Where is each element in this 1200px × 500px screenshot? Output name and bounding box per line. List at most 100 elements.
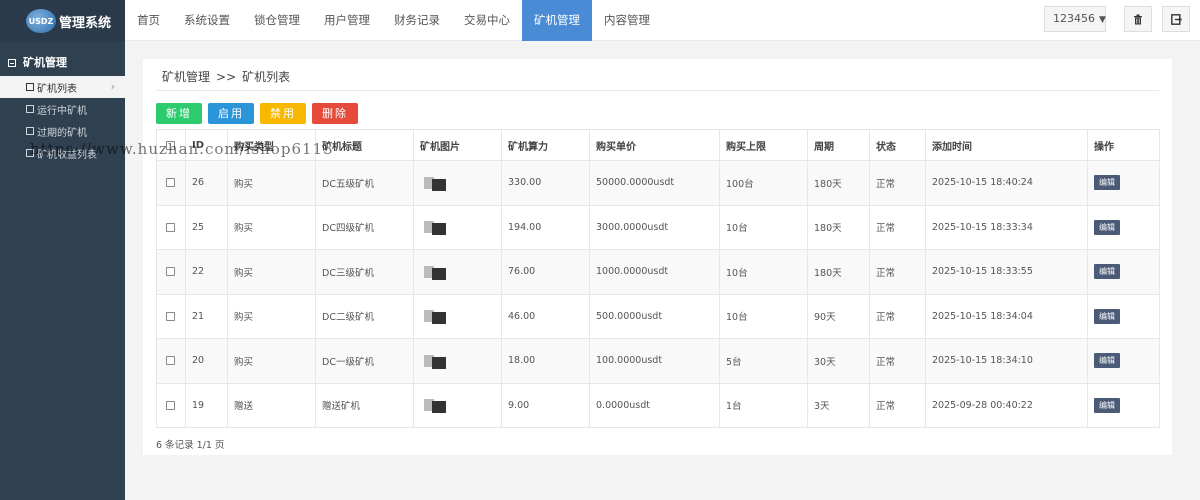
- menu-group-title[interactable]: 矿机管理: [0, 54, 125, 72]
- nav-home[interactable]: 首页: [125, 0, 172, 41]
- edit-button[interactable]: 编辑: [1094, 264, 1120, 280]
- nav-user-management[interactable]: 用户管理: [312, 0, 382, 41]
- cell-price: 100.0000usdt: [589, 338, 720, 384]
- cell-power: 194.00: [501, 204, 590, 250]
- cell-limit: 5台: [719, 338, 808, 384]
- table-row: 20 购买 DC一级矿机 18.00 100.0000usdt 5台 30天 正…: [156, 338, 1160, 384]
- nav-finance-records[interactable]: 财务记录: [382, 0, 452, 41]
- table-row: 25 购买 DC四级矿机 194.00 3000.0000usdt 10台 18…: [156, 204, 1160, 250]
- edit-button[interactable]: 编辑: [1094, 308, 1120, 324]
- breadcrumb-section: 矿机管理: [162, 70, 211, 84]
- top-nav: 首页 系统设置 锁仓管理 用户管理 财务记录 交易中心 矿机管理 内容管理: [125, 0, 1200, 41]
- miner-table: ID 购买类型 矿机标题 矿机图片 矿机算力 购买单价 购买上限 周期 状态 添…: [156, 129, 1160, 428]
- row-checkbox[interactable]: [166, 400, 175, 410]
- cell-cycle: 30天: [807, 338, 870, 384]
- cell-time: 2025-10-15 18:33:55: [925, 249, 1088, 295]
- user-dropdown[interactable]: 123456 ▼: [1044, 6, 1106, 32]
- cell-time: 2025-10-15 18:34:10: [925, 338, 1088, 384]
- clear-cache-button[interactable]: [1124, 6, 1152, 32]
- col-power: 矿机算力: [501, 129, 590, 161]
- row-checkbox[interactable]: [166, 356, 175, 366]
- cell-type: 购买: [227, 249, 316, 295]
- logo-mark: USDZ: [26, 9, 56, 33]
- sidebar-item-running-miners[interactable]: 运行中矿机: [0, 98, 125, 120]
- cell-time: 2025-10-15 18:34:04: [925, 293, 1088, 339]
- cell-power: 330.00: [501, 160, 590, 206]
- sidebar-item-label: 过期的矿机: [37, 127, 87, 139]
- sidebar-item-miner-list[interactable]: 矿机列表 ›: [0, 76, 125, 98]
- logo: USDZ 管理系统: [0, 0, 125, 42]
- disable-button[interactable]: 禁用: [260, 103, 306, 124]
- cell-limit: 10台: [719, 204, 808, 250]
- sidebar-item-label: 运行中矿机: [37, 105, 87, 117]
- cell-cycle: 180天: [807, 249, 870, 295]
- list-icon: [26, 149, 34, 157]
- row-checkbox[interactable]: [166, 311, 175, 321]
- cell-id: 20: [185, 338, 228, 384]
- caret-down-icon: ▼: [1099, 15, 1106, 25]
- cell-power: 9.00: [501, 382, 590, 428]
- nav-system-settings[interactable]: 系统设置: [172, 0, 242, 41]
- edit-button[interactable]: 编辑: [1094, 397, 1120, 413]
- cell-title: DC二级矿机: [315, 293, 414, 339]
- topbar: 首页 系统设置 锁仓管理 用户管理 财务记录 交易中心 矿机管理 内容管理 12…: [125, 0, 1200, 41]
- cell-time: 2025-09-28 00:40:22: [925, 382, 1088, 428]
- select-all-checkbox[interactable]: [166, 140, 175, 150]
- enable-button[interactable]: 启用: [208, 103, 254, 124]
- sidebar-item-label: 矿机列表: [37, 83, 77, 95]
- cell-price: 0.0000usdt: [589, 382, 720, 428]
- list-icon: [26, 105, 34, 113]
- pagination-summary: 6 条记录 1/1 页: [156, 440, 225, 451]
- nav-miner-management[interactable]: 矿机管理: [522, 0, 592, 41]
- row-checkbox[interactable]: [166, 222, 175, 232]
- col-id[interactable]: ID: [185, 129, 228, 161]
- col-status: 状态: [869, 129, 926, 161]
- table-row: 22 购买 DC三级矿机 76.00 1000.0000usdt 10台 180…: [156, 249, 1160, 295]
- edit-button[interactable]: 编辑: [1094, 353, 1120, 369]
- menu-group-label: 矿机管理: [23, 56, 67, 69]
- cell-limit: 1台: [719, 382, 808, 428]
- cell-image: [413, 204, 502, 250]
- trash-icon: [1134, 14, 1142, 24]
- cell-price: 1000.0000usdt: [589, 249, 720, 295]
- breadcrumb-page: 矿机列表: [242, 70, 291, 84]
- cell-image: [413, 338, 502, 384]
- delete-button[interactable]: 删除: [312, 103, 358, 124]
- top-right-tools: 123456 ▼: [1044, 6, 1190, 32]
- add-button[interactable]: 新增: [156, 103, 202, 124]
- row-checkbox[interactable]: [166, 178, 175, 188]
- cell-power: 46.00: [501, 293, 590, 339]
- cell-time: 2025-10-15 18:33:34: [925, 204, 1088, 250]
- nav-trade-center[interactable]: 交易中心: [452, 0, 522, 41]
- cell-limit: 10台: [719, 249, 808, 295]
- cell-limit: 10台: [719, 293, 808, 339]
- sidebar-item-expired-miners[interactable]: 过期的矿机: [0, 120, 125, 142]
- cell-limit: 100台: [719, 160, 808, 206]
- table-row: 19 赠送 赠送矿机 9.00 0.0000usdt 1台 3天 正常 2025…: [156, 382, 1160, 428]
- cell-type: 购买: [227, 204, 316, 250]
- col-image: 矿机图片: [413, 129, 502, 161]
- nav-content-management[interactable]: 内容管理: [592, 0, 662, 41]
- nav-lock-management[interactable]: 锁仓管理: [242, 0, 312, 41]
- cell-price: 500.0000usdt: [589, 293, 720, 339]
- cell-status: 正常: [869, 160, 926, 206]
- row-checkbox[interactable]: [166, 267, 175, 277]
- cell-image: [413, 249, 502, 295]
- table-row: 26 购买 DC五级矿机 330.00 50000.0000usdt 100台 …: [156, 160, 1160, 206]
- sidebar-item-miner-earnings[interactable]: 矿机收益列表: [0, 142, 125, 164]
- cell-id: 19: [185, 382, 228, 428]
- miner-image: [424, 175, 446, 191]
- cell-type: 购买: [227, 293, 316, 339]
- edit-button[interactable]: 编辑: [1094, 175, 1120, 191]
- cell-title: 赠送矿机: [315, 382, 414, 428]
- cell-power: 76.00: [501, 249, 590, 295]
- logout-button[interactable]: [1162, 6, 1190, 32]
- sidebar-item-label: 矿机收益列表: [37, 149, 97, 161]
- username: 123456: [1053, 12, 1095, 25]
- miner-image: [424, 264, 446, 280]
- breadcrumb: 矿机管理 >> 矿机列表: [162, 68, 290, 85]
- col-cycle: 周期: [807, 129, 870, 161]
- cell-cycle: 90天: [807, 293, 870, 339]
- cell-type: 购买: [227, 160, 316, 206]
- edit-button[interactable]: 编辑: [1094, 219, 1120, 235]
